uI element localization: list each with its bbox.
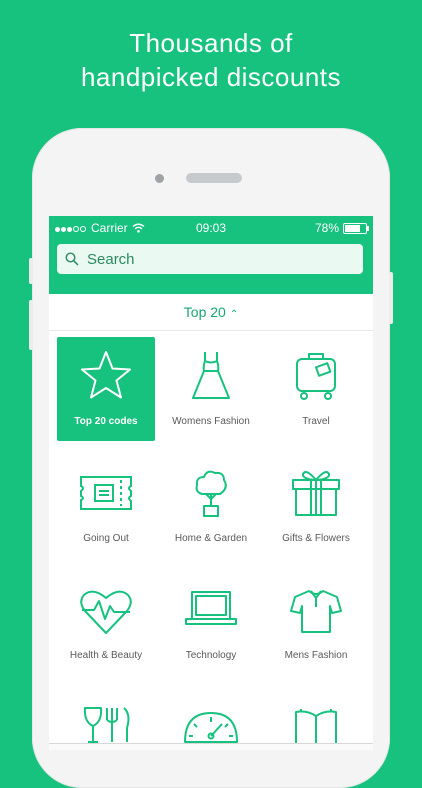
star-icon — [81, 351, 131, 399]
plant-icon — [195, 470, 227, 517]
camera — [155, 174, 164, 183]
gift-icon — [292, 471, 340, 516]
category-label: Top 20 codes — [74, 416, 138, 427]
suitcase-icon — [296, 353, 336, 400]
speaker — [186, 173, 242, 183]
shirt-icon — [290, 590, 342, 633]
headline-line-2: handpicked discounts — [80, 62, 342, 92]
category-gifts-flowers[interactable]: Gifts & Flowers — [267, 454, 365, 558]
dress-icon — [192, 352, 230, 399]
category-mens-fashion[interactable]: Mens Fashion — [267, 571, 365, 675]
category-travel[interactable]: Travel — [267, 337, 365, 441]
category-books[interactable] — [267, 688, 365, 750]
category-home-garden[interactable]: Home & Garden — [162, 454, 260, 558]
side-button — [389, 272, 393, 324]
category-technology[interactable]: Technology — [162, 571, 260, 675]
category-going-out[interactable]: Going Out — [57, 454, 155, 558]
app-screen: Carrier 09:03 78% Search Top 20 ⌃ Top 20 … — [49, 216, 373, 750]
ticket-icon — [80, 476, 132, 510]
top20-selector[interactable]: Top 20 ⌃ — [49, 294, 373, 331]
category-label: Home & Garden — [174, 533, 248, 544]
category-food-drink[interactable] — [57, 688, 155, 750]
chevron-up-icon: ⌃ — [229, 309, 239, 320]
battery-percent: 78% — [314, 221, 339, 235]
category-label: Mens Fashion — [284, 650, 348, 661]
category-top-20-codes[interactable]: Top 20 codes — [57, 337, 155, 441]
category-womens-fashion[interactable]: Womens Fashion — [162, 337, 260, 441]
headline-line-1: Thousands of — [129, 28, 293, 58]
category-label: Going Out — [83, 533, 129, 544]
top20-label: Top 20 — [183, 304, 226, 320]
category-speed[interactable] — [162, 688, 260, 750]
category-label: Technology — [185, 650, 237, 661]
category-label: Womens Fashion — [172, 416, 250, 427]
category-label: Gifts & Flowers — [282, 533, 350, 544]
side-button — [29, 300, 33, 350]
search-placeholder: Search — [87, 250, 135, 268]
category-health-beauty[interactable]: Health & Beauty — [57, 571, 155, 675]
category-label: Travel — [302, 416, 330, 427]
laptop-icon — [185, 591, 237, 625]
heart-pulse-icon — [80, 590, 132, 634]
side-button — [29, 258, 33, 284]
top-bar: Carrier 09:03 78% Search — [49, 216, 373, 294]
tab-bar — [49, 743, 373, 750]
search-icon — [65, 252, 79, 266]
battery-icon — [343, 222, 369, 234]
category-label: Health & Beauty — [69, 650, 143, 661]
headline: Thousands of handpicked discounts — [0, 26, 422, 94]
search-input[interactable]: Search — [57, 244, 363, 274]
status-bar: Carrier 09:03 78% — [49, 216, 373, 238]
